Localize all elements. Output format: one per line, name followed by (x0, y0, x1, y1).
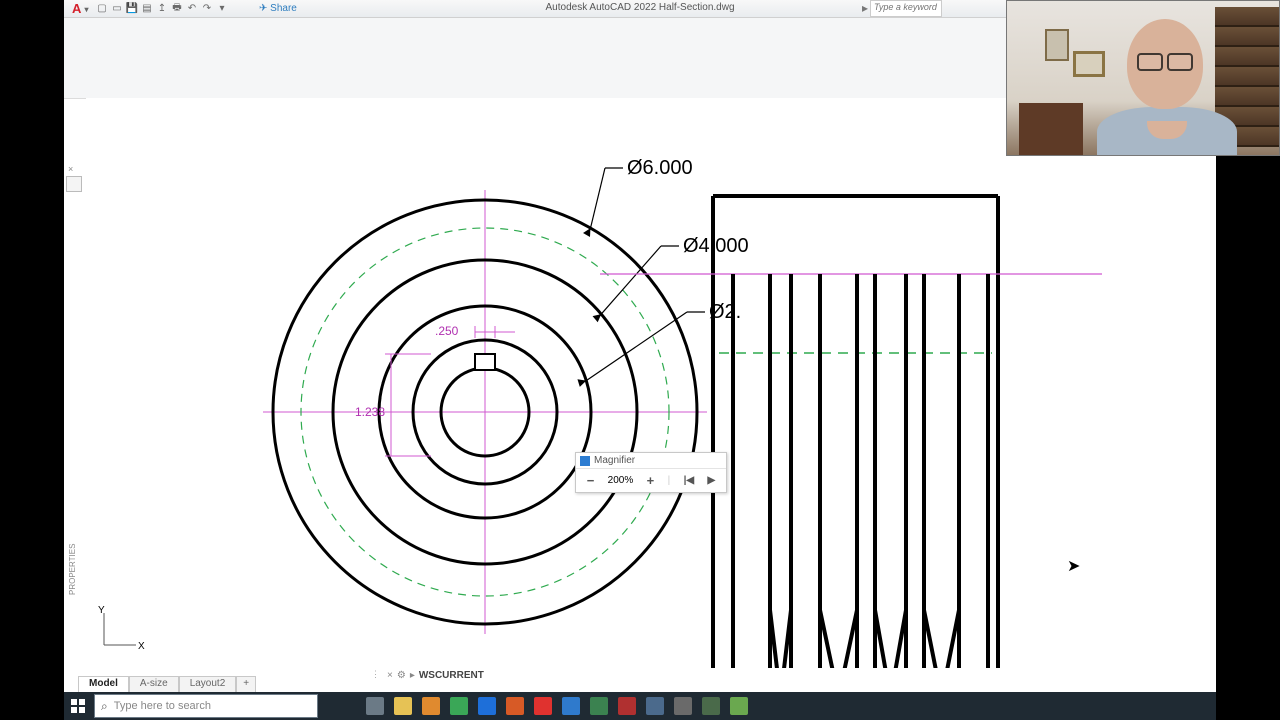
windows-icon (71, 699, 85, 713)
separator: | (668, 475, 671, 486)
taskbar-app-11[interactable] (672, 695, 694, 717)
share-label: Share (270, 3, 297, 14)
cmdline-handle-icon[interactable]: ⋮ (371, 669, 383, 681)
cmdline-close-icon[interactable]: × (387, 670, 393, 681)
section-view-drawing (86, 98, 1216, 668)
webcam-picture-frame (1045, 29, 1069, 61)
command-line[interactable]: ⋮ × ⚙ ▸ WSCURRENT (371, 666, 484, 684)
share-button[interactable]: ✈ Share (259, 3, 297, 14)
taskbar-app-13[interactable] (728, 695, 750, 717)
taskbar-app-0[interactable] (364, 695, 386, 717)
taskbar-app-3[interactable] (448, 695, 470, 717)
mouse-cursor-icon: ➤ (1067, 556, 1080, 576)
taskbar-app-10[interactable] (644, 695, 666, 717)
taskbar-app-9[interactable] (616, 695, 638, 717)
ucs-y-label: Y (98, 605, 105, 616)
taskbar-app-1[interactable] (392, 695, 414, 717)
print-icon[interactable]: 🖶 (171, 2, 183, 14)
taskbar-search-placeholder: Type here to search (114, 700, 211, 712)
palette-pin-icon[interactable] (66, 176, 82, 192)
webcam-glasses (1137, 53, 1193, 67)
webcam-overlay (1006, 0, 1280, 156)
properties-palette-collapsed[interactable]: × (64, 162, 84, 194)
webcam-desk (1019, 103, 1083, 155)
magnifier-icon (580, 456, 590, 466)
properties-label: PROPERTIES (68, 544, 77, 595)
zoom-in-button[interactable]: + (647, 473, 655, 488)
cmdline-input-text[interactable]: WSCURRENT (419, 670, 484, 681)
taskbar-app-2[interactable] (420, 695, 442, 717)
cmdline-prompt-icon: ▸ (410, 670, 415, 681)
taskbar-app-6[interactable] (532, 695, 554, 717)
share-icon: ✈ (259, 3, 267, 14)
tab-layout2-label: Layout2 (190, 678, 226, 689)
save-icon[interactable]: 💾 (126, 2, 138, 14)
tab-model[interactable]: Model (78, 676, 129, 692)
tab-layout2[interactable]: Layout2 (179, 676, 237, 692)
keyword-search-input[interactable] (871, 1, 941, 13)
start-button[interactable] (64, 692, 92, 720)
ucs-icon: Y X (94, 605, 144, 658)
zoom-out-button[interactable]: − (587, 473, 595, 488)
cmdline-settings-icon[interactable]: ⚙ (397, 670, 406, 681)
new-icon[interactable]: ▢ (96, 2, 108, 14)
drawing-canvas[interactable]: Ø6.000Ø4.000Ø2..2501.238 (86, 98, 1216, 668)
screen: A ▾ ▢ ▭ 💾 ▤ ↥ 🖶 ↶ ↷ ▾ ✈ Share Autodesk A… (0, 0, 1280, 720)
search-toggle-icon[interactable]: ▸ (862, 1, 868, 15)
zoom-value: 200% (608, 475, 634, 486)
tab-asize-label: A-size (140, 678, 168, 689)
taskbar-search[interactable]: ⌕ Type here to search (94, 694, 318, 718)
taskbar-tray (364, 692, 750, 720)
keyword-search[interactable] (870, 0, 942, 17)
play-button[interactable]: ▶ (708, 475, 716, 486)
open-icon[interactable]: ▭ (111, 2, 123, 14)
logo-letter: A (72, 1, 81, 16)
magnifier-popup[interactable]: Magnifier − 200% + | |◀ ▶ (575, 452, 727, 493)
palette-close-icon[interactable]: × (68, 164, 80, 174)
search-icon: ⌕ (101, 699, 108, 714)
app-logo[interactable]: A ▾ (72, 1, 89, 16)
logo-dropdown-icon[interactable]: ▾ (85, 5, 89, 14)
taskbar-app-7[interactable] (560, 695, 582, 717)
arrow-icon[interactable]: ↥ (156, 2, 168, 14)
plus-icon: + (243, 678, 249, 689)
ucs-x-label: X (138, 641, 145, 652)
layout-tabs: Model A-size Layout2 + (78, 676, 256, 692)
windows-taskbar: ⌕ Type here to search (64, 692, 1216, 720)
dropdown-arrow-icon[interactable]: ▾ (216, 2, 228, 14)
magnifier-controls: − 200% + | |◀ ▶ (576, 469, 726, 492)
magnifier-titlebar[interactable]: Magnifier (576, 453, 726, 469)
tab-add-button[interactable]: + (236, 676, 256, 692)
prev-button[interactable]: |◀ (684, 475, 695, 486)
taskbar-app-12[interactable] (700, 695, 722, 717)
saveas-icon[interactable]: ▤ (141, 2, 153, 14)
tab-a-size[interactable]: A-size (129, 676, 179, 692)
tab-model-label: Model (89, 678, 118, 689)
taskbar-app-4[interactable] (476, 695, 498, 717)
magnifier-title: Magnifier (594, 455, 635, 466)
quick-access-toolbar: ▢ ▭ 💾 ▤ ↥ 🖶 ↶ ↷ ▾ (96, 2, 228, 14)
webcam-picture-frame-2 (1073, 51, 1105, 77)
taskbar-app-5[interactable] (504, 695, 526, 717)
taskbar-app-8[interactable] (588, 695, 610, 717)
undo-icon[interactable]: ↶ (186, 2, 198, 14)
redo-icon[interactable]: ↷ (201, 2, 213, 14)
